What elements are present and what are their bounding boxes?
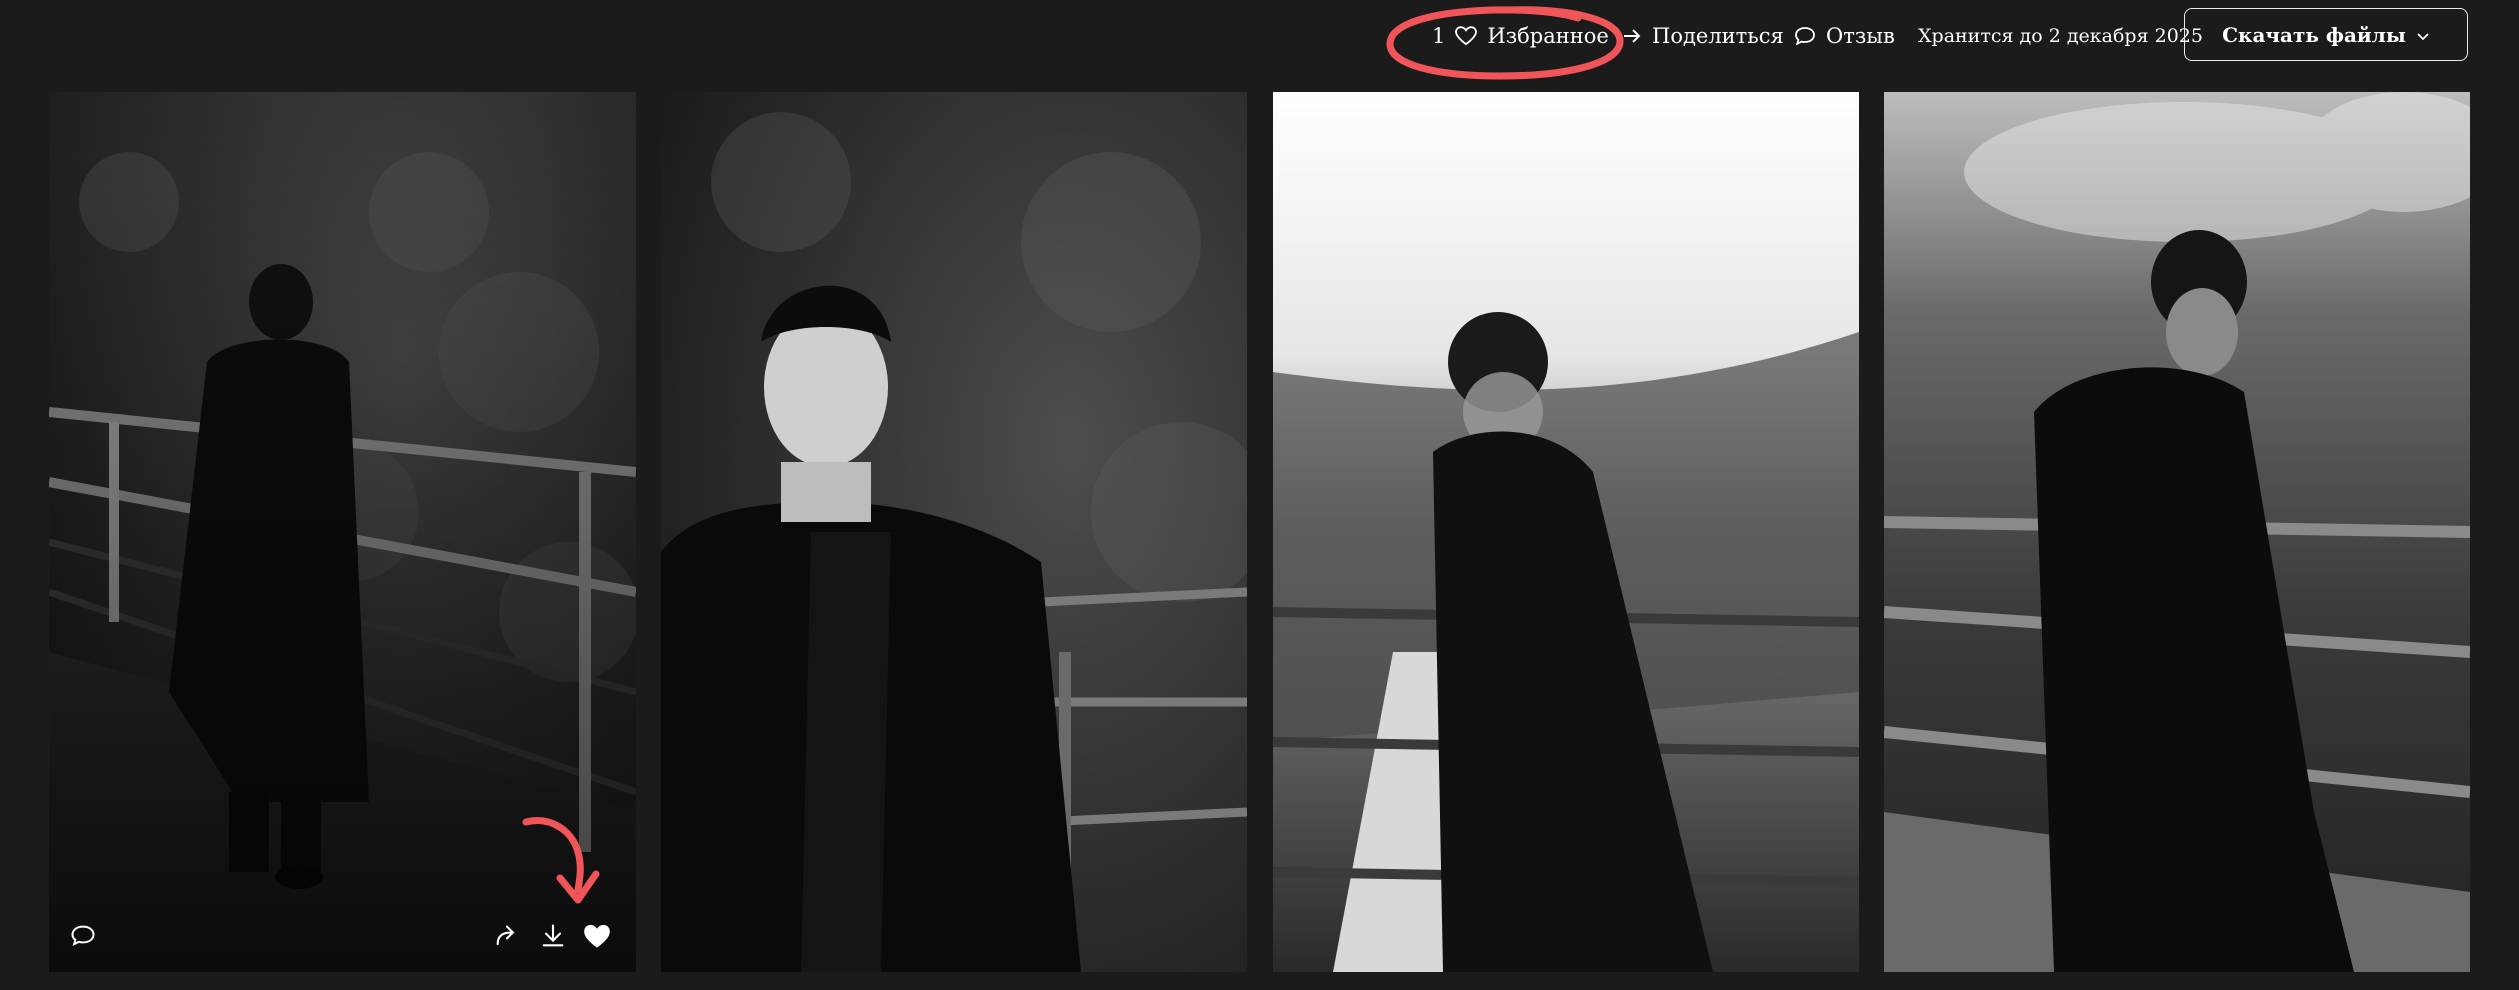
photo-card-actions: [49, 902, 636, 972]
storage-expiry-text: Хранится до 2 декабря 2025: [1918, 25, 2203, 47]
photo-image: [1884, 92, 2470, 972]
gallery-photo-2[interactable]: [661, 92, 1247, 972]
review-label: Отзыв: [1826, 24, 1895, 48]
photo-image: [1273, 92, 1859, 972]
top-bar: 1 Избранное Поделиться Отзыв Хранится до…: [0, 0, 2519, 80]
chevron-down-icon: [2416, 23, 2430, 47]
share-button[interactable]: Поделиться: [1622, 16, 1784, 56]
heart-outline-icon: [1455, 26, 1478, 46]
download-files-label: Скачать файлы: [2222, 22, 2406, 47]
heart-filled-icon[interactable]: [583, 922, 611, 950]
share-label: Поделиться: [1652, 24, 1784, 48]
speech-bubble-icon: [1794, 26, 1816, 46]
gallery-photo-1[interactable]: [49, 92, 636, 972]
favorites-count: 1: [1432, 24, 1446, 48]
download-files-button[interactable]: Скачать файлы: [2184, 8, 2468, 61]
favorites-label: Избранное: [1487, 24, 1609, 48]
gallery-photo-3[interactable]: [1273, 92, 1859, 972]
favorites-button[interactable]: 1 Избранное: [1432, 16, 1609, 56]
comment-icon[interactable]: [69, 922, 97, 950]
share-curved-arrow-icon[interactable]: [493, 922, 521, 950]
gallery-photo-4[interactable]: [1884, 92, 2470, 972]
review-button[interactable]: Отзыв: [1794, 16, 1895, 56]
photo-image: [49, 92, 636, 972]
download-icon[interactable]: [539, 922, 567, 950]
arrow-right-icon: [1622, 27, 1642, 45]
photo-image: [661, 92, 1247, 972]
